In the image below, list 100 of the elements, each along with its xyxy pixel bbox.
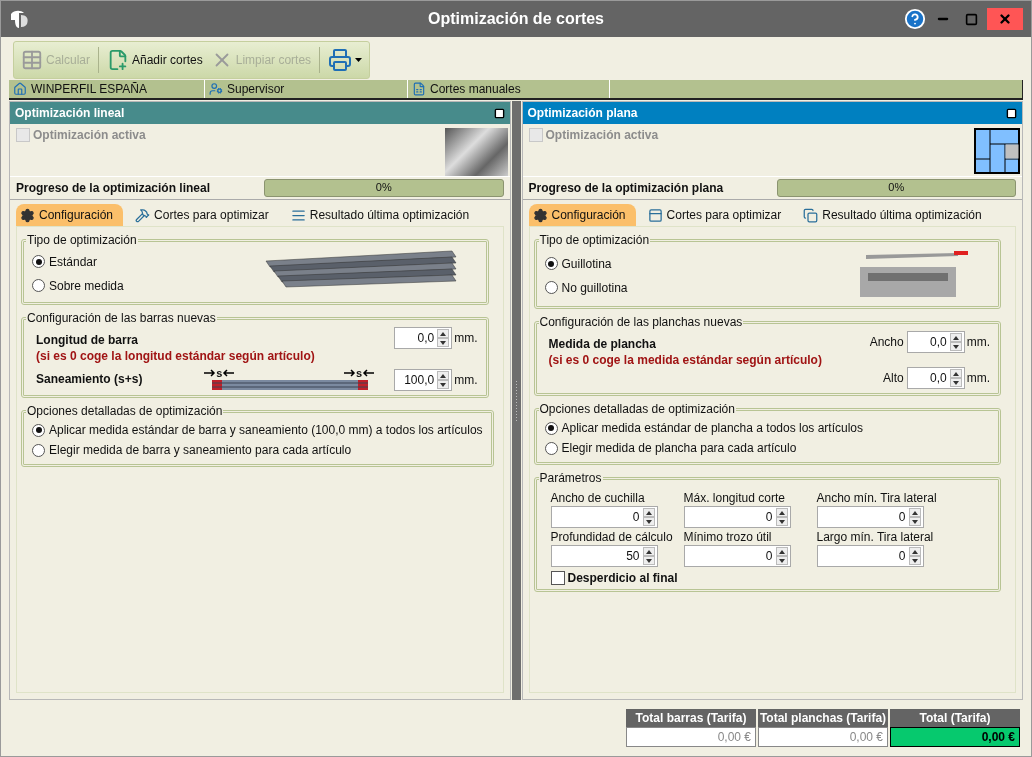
unit-label: mm.	[454, 373, 478, 387]
total-header: Total planchas (Tarifa)	[758, 709, 888, 727]
spin-down-button[interactable]	[908, 517, 921, 526]
toolbar-button[interactable]: Añadir cortes	[104, 45, 206, 75]
tab[interactable]: Configuración	[528, 204, 636, 226]
info-text: WINPERFIL ESPAÑA	[31, 82, 148, 96]
spin-up-button[interactable]	[437, 371, 450, 380]
tab[interactable]: Cortes para optimizar	[131, 204, 279, 226]
tab[interactable]: Resultado última optimización	[286, 204, 480, 226]
tab[interactable]: Configuración	[16, 204, 124, 226]
field-label: Ancho de cuchilla	[550, 491, 646, 505]
up-triangle-icon	[645, 549, 652, 554]
number-field[interactable]: 0	[550, 506, 658, 528]
total-value: 0,00 €	[890, 727, 1020, 747]
radio-button[interactable]	[32, 443, 45, 457]
spin-up-button[interactable]	[775, 508, 788, 517]
radio-option[interactable]: Estándar	[32, 249, 124, 274]
number-field[interactable]: 50	[550, 545, 658, 567]
group-title: Opciones detalladas de optimización	[538, 402, 736, 416]
caret-icon	[355, 58, 363, 62]
up-triangle-icon	[440, 331, 447, 336]
down-triangle-icon	[952, 380, 959, 385]
printer-icon	[328, 48, 353, 72]
spin-up-button[interactable]	[949, 369, 962, 378]
radio-button[interactable]	[32, 255, 45, 268]
radio-option[interactable]: Elegir medida de plancha para cada artículo	[544, 438, 990, 458]
spin-up-button[interactable]	[908, 547, 921, 556]
number-field[interactable]: 0	[683, 506, 791, 528]
radio-button[interactable]	[544, 441, 558, 455]
number-field[interactable]: 100,0	[394, 369, 453, 391]
up-triangle-icon	[778, 510, 785, 515]
radio-button[interactable]	[544, 421, 558, 435]
spin-up-button[interactable]	[949, 333, 962, 342]
note-text: (si es 0 coge la medida estándar según artículo)	[548, 353, 822, 367]
number-field[interactable]: 0,0	[394, 327, 453, 349]
field-label: Largo mín. Tira lateral	[816, 530, 935, 544]
field-label: Mínimo trozo útil	[683, 530, 773, 544]
spin-up-button[interactable]	[642, 508, 655, 517]
spin-down-button[interactable]	[775, 517, 788, 526]
number-field[interactable]: 0	[816, 545, 924, 567]
progress-label: Progreso de la optimización plana	[528, 181, 725, 195]
spin-up-button[interactable]	[775, 547, 788, 556]
tab[interactable]: Cortes para optimizar	[643, 204, 792, 226]
spin-down-button[interactable]	[642, 556, 655, 565]
spin-down-button[interactable]	[775, 556, 788, 565]
spin-down-button[interactable]	[437, 338, 450, 347]
up-triangle-icon	[952, 371, 959, 376]
checkbox-option[interactable]: Desperdicio al final	[544, 571, 990, 585]
number-field[interactable]: 0,0	[906, 331, 965, 353]
number-field[interactable]: 0,0	[906, 367, 965, 389]
spin-down-button[interactable]	[437, 380, 450, 389]
grip-icon	[514, 380, 518, 421]
down-triangle-icon	[778, 558, 785, 563]
sheet-layout-icon	[974, 128, 1020, 174]
number-field[interactable]: 0	[816, 506, 924, 528]
spin-up-button[interactable]	[437, 329, 450, 338]
unit-label: mm.	[966, 335, 990, 349]
window-title: Optimización de cortes	[427, 10, 604, 28]
spin-down-button[interactable]	[908, 556, 921, 565]
setting-title: Longitud de barra	[36, 333, 139, 347]
total-header: Total barras (Tarifa)	[626, 709, 756, 727]
radio-option[interactable]: No guillotina	[544, 275, 628, 300]
tab[interactable]: Resultado última optimización	[799, 204, 992, 226]
group-title: Configuración de las barras nuevas	[26, 311, 217, 325]
radio-button[interactable]	[32, 423, 45, 437]
total-header: Total (Tarifa)	[890, 709, 1020, 727]
window-icon	[647, 207, 663, 223]
spin-up-button[interactable]	[908, 508, 921, 517]
radio-button[interactable]	[544, 257, 558, 270]
house-icon	[13, 82, 27, 96]
up-triangle-icon	[645, 510, 652, 515]
list-icon	[290, 207, 306, 223]
radio-button[interactable]	[32, 279, 45, 292]
add-document-icon	[107, 49, 129, 71]
table-icon	[21, 49, 43, 71]
panel-title: Optimización plana	[527, 106, 638, 120]
maximize-icon[interactable]	[493, 107, 505, 119]
total-value: 0,00 €	[758, 727, 888, 747]
radio-option[interactable]: Aplicar medida estándar de barra y saneamiento (100,0 mm) a todos los artículos	[32, 420, 483, 440]
radio-option[interactable]: Guillotina	[544, 251, 628, 276]
hammer-icon	[135, 207, 151, 223]
up-triangle-icon	[778, 549, 785, 554]
spin-down-button[interactable]	[642, 517, 655, 526]
splitter[interactable]	[511, 101, 521, 700]
checkbox[interactable]	[550, 571, 565, 585]
spin-up-button[interactable]	[642, 547, 655, 556]
group-title: Tipo de optimización	[538, 233, 651, 247]
radio-option[interactable]: Aplicar medida estándar de plancha a todos los artículos	[544, 418, 990, 438]
radio-button[interactable]	[544, 281, 558, 294]
panel-title: Optimización lineal	[15, 106, 125, 120]
bar-trim-drawing: s s	[204, 367, 375, 391]
number-field[interactable]: 0	[683, 545, 791, 567]
help-button[interactable]	[903, 8, 927, 30]
spin-down-button[interactable]	[949, 342, 962, 351]
radio-option[interactable]: Elegir medida de barra y saneamiento para cada artículo	[32, 440, 483, 460]
close-button[interactable]	[987, 8, 1023, 30]
info-text: Supervisor	[227, 82, 285, 96]
radio-option[interactable]: Sobre medida	[32, 273, 124, 298]
maximize-icon[interactable]	[1006, 107, 1017, 119]
spin-down-button[interactable]	[949, 378, 962, 387]
